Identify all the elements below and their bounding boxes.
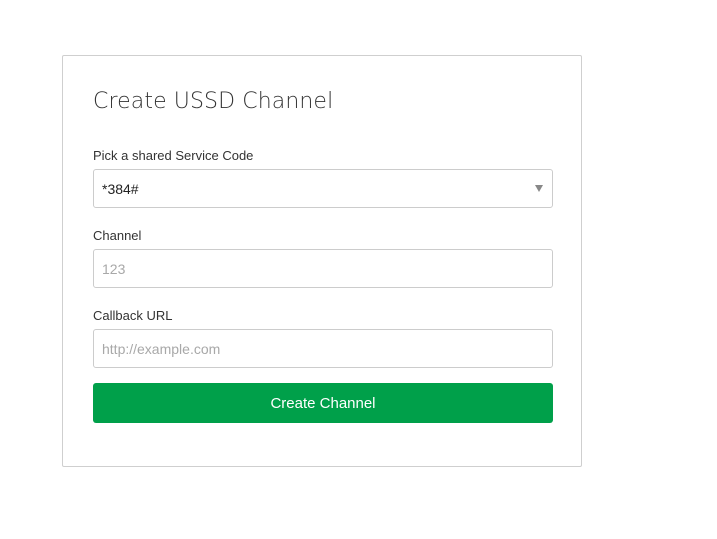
channel-input[interactable]: [93, 249, 553, 288]
service-code-label: Pick a shared Service Code: [93, 148, 254, 163]
create-channel-button[interactable]: Create Channel: [93, 383, 553, 423]
service-code-selected-value: *384#: [102, 180, 139, 197]
callback-url-input[interactable]: [93, 329, 553, 368]
create-channel-card: Create USSD Channel Pick a shared Servic…: [62, 55, 582, 467]
callback-url-label: Callback URL: [93, 308, 173, 323]
service-code-select[interactable]: *384#: [93, 169, 553, 208]
channel-label: Channel: [93, 228, 142, 243]
chevron-down-icon: [535, 185, 543, 192]
page-title: Create USSD Channel: [93, 89, 334, 114]
